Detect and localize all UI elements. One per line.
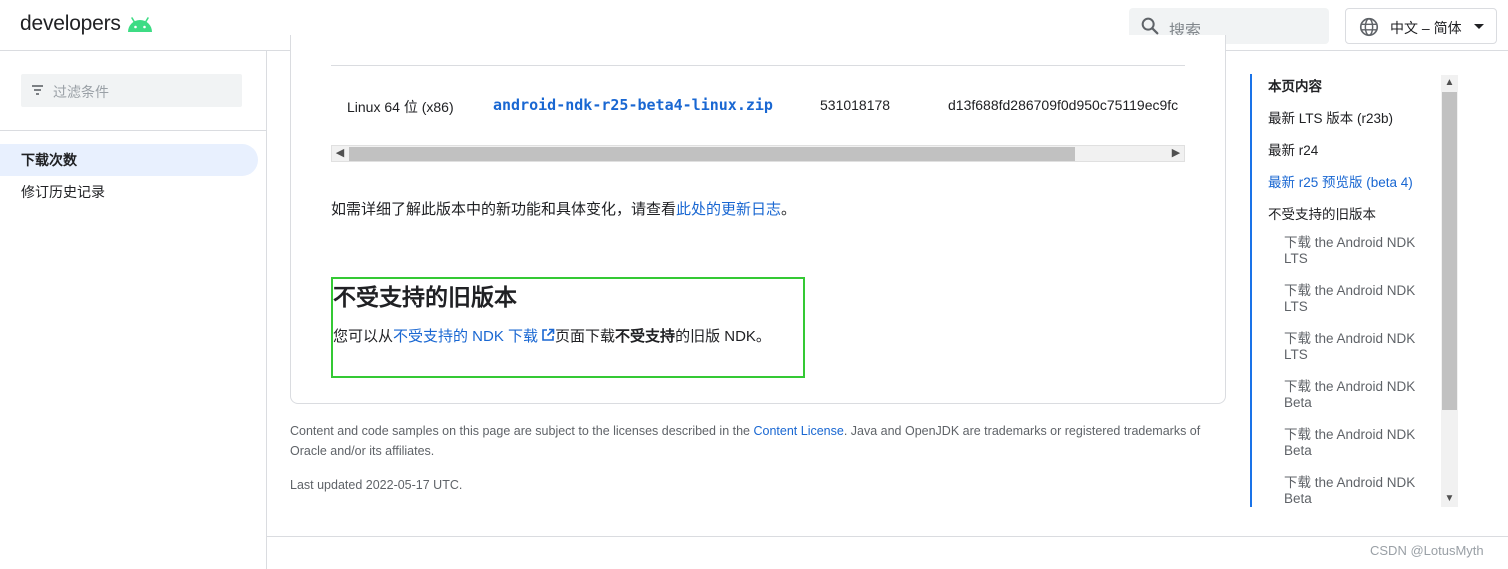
toc-item-unsupported[interactable]: 不受支持的旧版本: [1268, 203, 1376, 223]
language-selector[interactable]: 中文 – 简体: [1345, 8, 1497, 44]
table-divider: [331, 65, 1185, 66]
toc-subitem[interactable]: 下载 the Android NDK LTS: [1284, 235, 1434, 267]
scroll-left-icon[interactable]: ◀: [332, 146, 348, 161]
language-label: 中文 – 简体: [1390, 20, 1462, 36]
search-icon: [1141, 17, 1159, 35]
sidebar-item-revision-history[interactable]: 修订历史记录: [0, 176, 258, 208]
table-cell-platform: Linux 64 位 (x86): [347, 99, 454, 115]
scroll-right-icon[interactable]: ▶: [1168, 146, 1184, 161]
paragraph-suffix: 。: [781, 201, 797, 218]
sidebar-item-downloads[interactable]: 下载次数: [0, 144, 258, 176]
unsupported-paragraph: 您可以从不受支持的 NDK 下载 页面下载不受支持的旧版 NDK。: [333, 325, 771, 346]
toc-item-lts[interactable]: 最新 LTS 版本 (r23b): [1268, 107, 1393, 127]
toc-title: 本页内容: [1268, 79, 1322, 94]
toc-indicator: [1250, 74, 1252, 507]
divider: [267, 536, 1508, 537]
filter-icon: [32, 85, 43, 95]
scrollbar-thumb[interactable]: [1442, 92, 1457, 410]
scroll-down-icon[interactable]: ▼: [1441, 491, 1458, 507]
vertical-scrollbar[interactable]: ▲ ▼: [1441, 75, 1458, 507]
download-link[interactable]: android-ndk-r25-beta4-linux.zip: [493, 96, 773, 114]
left-sidebar: 过滤条件 下载次数 修订历史记录: [0, 51, 267, 569]
paragraph-text: 如需详细了解此版本中的新功能和具体变化，请查看: [331, 201, 677, 218]
globe-icon: [1359, 17, 1379, 37]
toc-subitem[interactable]: 下载 the Android NDK Beta: [1284, 427, 1434, 459]
last-updated: Last updated 2022-05-17 UTC.: [290, 478, 463, 492]
license-notice: Content and code samples on this page ar…: [290, 421, 1225, 461]
bold-text: 不受支持: [615, 328, 676, 345]
content-license-link[interactable]: Content License: [753, 424, 843, 438]
unsupported-ndk-link[interactable]: 不受支持的 NDK 下载: [393, 328, 555, 345]
table-cell-checksum: d13f688fd286709f0d950c75119ec9fc: [948, 97, 1179, 113]
horizontal-scrollbar[interactable]: ◀ ▶: [331, 145, 1185, 162]
site-logo[interactable]: developers: [20, 12, 154, 36]
paragraph-text: 页面下载: [555, 328, 616, 345]
toc-item-r25-beta[interactable]: 最新 r25 预览版 (beta 4): [1268, 171, 1413, 191]
logo-text: developers: [20, 12, 121, 35]
chevron-down-icon: [1474, 24, 1484, 29]
watermark: CSDN @LotusMyth: [1370, 543, 1484, 558]
external-link-icon: [542, 328, 555, 341]
section-heading: 不受支持的旧版本: [333, 284, 517, 310]
toc-subitem[interactable]: 下载 the Android NDK LTS: [1284, 283, 1434, 315]
scroll-up-icon[interactable]: ▲: [1441, 75, 1458, 91]
divider: [0, 130, 266, 131]
filter-input[interactable]: 过滤条件: [21, 74, 242, 107]
android-logo-icon: [127, 17, 152, 32]
changelog-paragraph: 如需详细了解此版本中的新功能和具体变化，请查看此处的更新日志。: [331, 198, 796, 219]
link-label: 不受支持的 NDK 下载: [393, 328, 539, 345]
toc-subitem[interactable]: 下载 the Android NDK Beta: [1284, 379, 1434, 411]
toc-item-r24[interactable]: 最新 r24: [1268, 139, 1318, 159]
toc-subitem[interactable]: 下载 the Android NDK LTS: [1284, 331, 1434, 363]
changelog-link[interactable]: 此处的更新日志: [676, 201, 781, 218]
paragraph-suffix: 的旧版 NDK。: [675, 328, 771, 345]
scrollbar-thumb[interactable]: [349, 147, 1075, 161]
toc-subitem[interactable]: 下载 the Android NDK Beta: [1284, 475, 1434, 507]
filter-placeholder: 过滤条件: [53, 84, 109, 100]
paragraph-text: 您可以从: [333, 328, 394, 345]
license-text: Content and code samples on this page ar…: [290, 424, 754, 438]
table-cell-size: 531018178: [820, 97, 891, 113]
